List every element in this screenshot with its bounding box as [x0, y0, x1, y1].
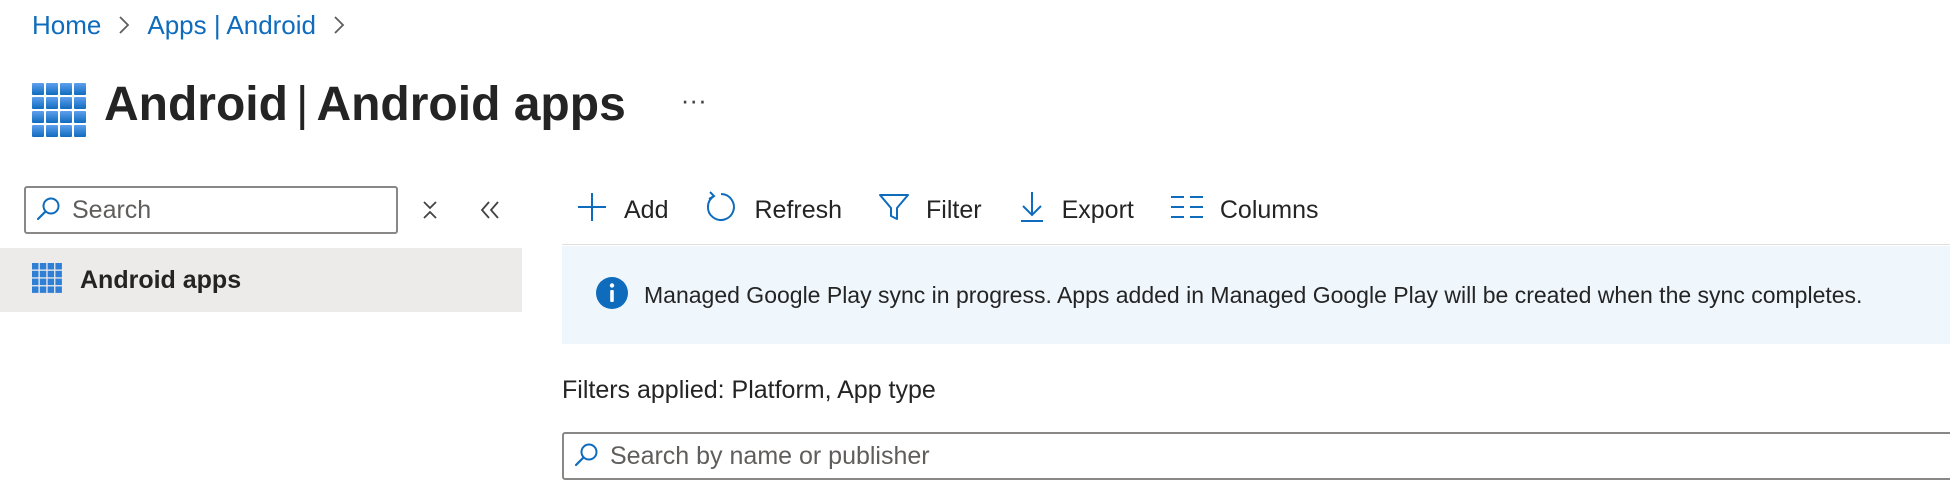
breadcrumb: Home Apps | Android	[32, 8, 362, 42]
refresh-icon	[704, 190, 738, 231]
grid-apps-icon	[32, 262, 62, 298]
columns-icon	[1170, 194, 1204, 227]
chevron-right-icon	[332, 15, 346, 35]
page-title-rest: Android apps	[316, 77, 626, 131]
double-chevron-left-icon[interactable]	[470, 190, 510, 230]
refresh-button[interactable]: Refresh	[690, 184, 854, 236]
info-banner-text: Managed Google Play sync in progress. Ap…	[644, 281, 1863, 308]
columns-button-label: Columns	[1219, 195, 1319, 224]
page-title-separator: |	[295, 77, 309, 131]
toolbar-divider	[562, 244, 1950, 245]
filter-funnel-icon	[878, 191, 910, 230]
page: Home Apps | Android Android | Android ap…	[0, 0, 1950, 496]
refresh-button-label: Refresh	[754, 195, 843, 224]
page-title: Android | Android apps	[104, 77, 626, 132]
page-header: Android | Android apps ···	[32, 64, 714, 144]
search-icon	[574, 441, 600, 472]
info-icon	[596, 276, 628, 314]
filter-button[interactable]: Filter	[864, 184, 994, 236]
search-icon	[36, 195, 62, 226]
plus-icon	[576, 191, 608, 230]
nav-search-input[interactable]	[72, 190, 396, 230]
breadcrumb-apps-android-link[interactable]: Apps | Android	[147, 10, 316, 41]
list-search-box	[562, 432, 1950, 480]
sidebar-item-android-apps[interactable]: Android apps	[0, 248, 522, 312]
breadcrumb-home-link[interactable]: Home	[32, 10, 101, 41]
add-button[interactable]: Add	[562, 184, 680, 236]
page-title-bold: Android	[104, 77, 288, 131]
filter-button-label: Filter	[926, 195, 982, 224]
export-button[interactable]: Export	[1004, 184, 1146, 236]
download-arrow-icon	[1018, 190, 1046, 231]
export-button-label: Export	[1061, 195, 1134, 224]
columns-button[interactable]: Columns	[1156, 184, 1331, 236]
more-options-button[interactable]: ···	[674, 80, 714, 120]
sidebar-item-label: Android apps	[80, 265, 242, 294]
info-banner: Managed Google Play sync in progress. Ap…	[562, 246, 1950, 344]
command-toolbar: Add Refresh Filter Export Columns	[562, 184, 1341, 236]
grid-apps-icon	[32, 83, 86, 137]
clear-filter-icon[interactable]	[410, 190, 450, 230]
add-button-label: Add	[624, 195, 669, 224]
nav-search-box	[24, 186, 398, 234]
list-search-input[interactable]	[610, 436, 1950, 476]
chevron-right-icon	[117, 15, 131, 35]
filters-applied-text: Filters applied: Platform, App type	[562, 376, 936, 404]
